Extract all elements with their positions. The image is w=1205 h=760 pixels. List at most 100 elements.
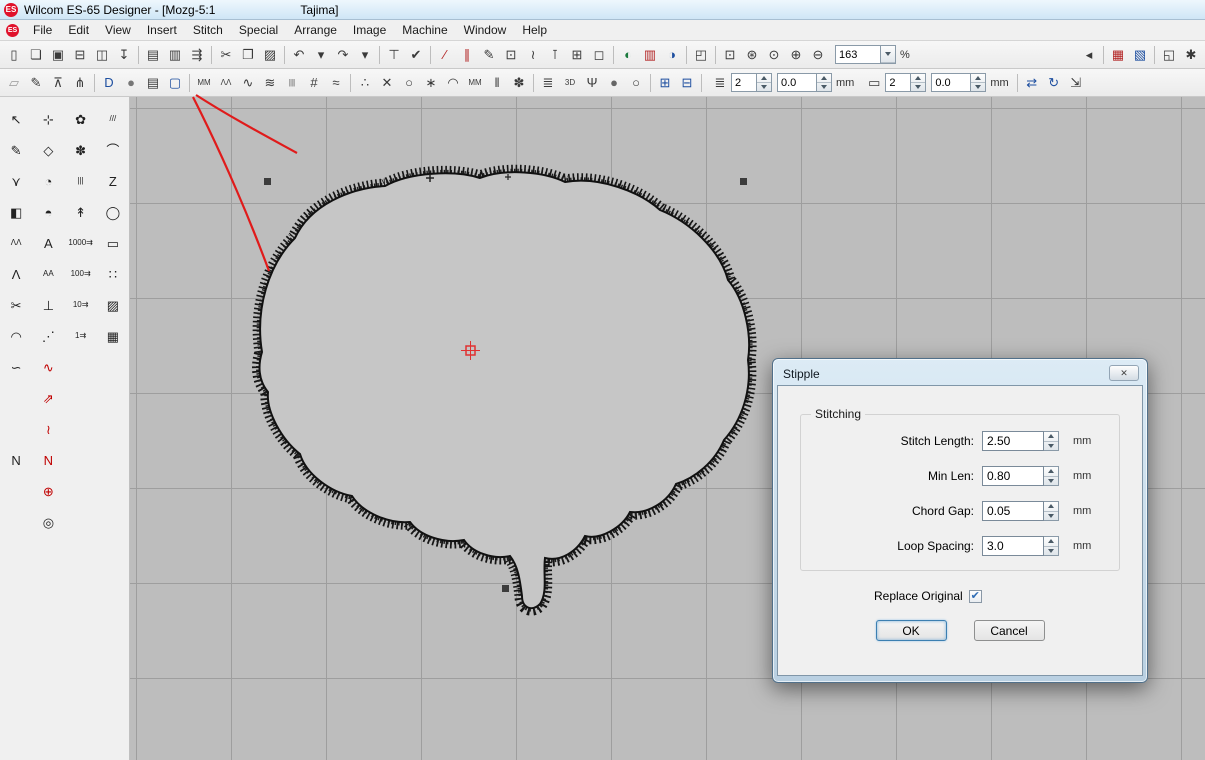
thread-colors-button[interactable]: ◑ bbox=[661, 44, 683, 66]
travel-tool-button[interactable]: ⊼ bbox=[47, 72, 69, 94]
menu-arrange[interactable]: Arrange bbox=[286, 21, 345, 39]
insert-symbol-tool[interactable]: ✿ bbox=[69, 107, 93, 131]
tsquare-toggle[interactable]: ⊤ bbox=[383, 44, 405, 66]
spacing-count-spinner[interactable] bbox=[757, 73, 772, 92]
zoom-factor-button[interactable]: ⊛ bbox=[741, 44, 763, 66]
stipple-backstitch-button[interactable]: ▢ bbox=[164, 72, 186, 94]
field-input[interactable] bbox=[982, 501, 1044, 521]
menu-view[interactable]: View bbox=[97, 21, 139, 39]
zoom-input[interactable] bbox=[835, 45, 881, 64]
menu-insert[interactable]: Insert bbox=[139, 21, 185, 39]
show-needle-points-toggle[interactable]: ⊺ bbox=[544, 44, 566, 66]
field-spinner[interactable] bbox=[1044, 536, 1059, 556]
stitch-edit-button[interactable]: ✎ bbox=[25, 72, 47, 94]
menu-edit[interactable]: Edit bbox=[60, 21, 97, 39]
show-points-toggle[interactable]: ⊡ bbox=[500, 44, 522, 66]
ok-button[interactable]: OK bbox=[876, 620, 947, 641]
travel-100-button[interactable]: 100⇉ bbox=[69, 262, 93, 286]
overview-docker-button[interactable]: ◱ bbox=[1158, 44, 1180, 66]
zoom-1to1-button[interactable]: ⊙ bbox=[763, 44, 785, 66]
backstitch-button[interactable]: D bbox=[98, 72, 120, 94]
insert-design-button[interactable]: ▤ bbox=[142, 44, 164, 66]
stitch-list-button[interactable]: ▧ bbox=[1129, 44, 1151, 66]
replace-original-checkbox[interactable]: ✔ bbox=[969, 590, 982, 603]
satin-stitch-button[interactable]: ΜΜ bbox=[193, 72, 215, 94]
auto-digitizer-tool[interactable]: ◔ bbox=[36, 169, 60, 193]
previous-view-button[interactable]: ◂ bbox=[1078, 44, 1100, 66]
selection-handle[interactable] bbox=[502, 585, 509, 592]
menu-machine[interactable]: Machine bbox=[394, 21, 455, 39]
overview-window-button[interactable]: ◰ bbox=[690, 44, 712, 66]
cut-button[interactable]: ✂ bbox=[215, 44, 237, 66]
reshape-tool[interactable]: ⊹ bbox=[36, 107, 60, 131]
ellipse-tool[interactable]: ◯ bbox=[101, 200, 125, 224]
stemstitch-button[interactable]: ● bbox=[120, 72, 142, 94]
show-machine-functions-toggle[interactable]: ∥ bbox=[456, 44, 478, 66]
red-circle-plus-tool[interactable]: ⊕ bbox=[36, 479, 60, 503]
team-names-tool[interactable]: AA bbox=[36, 262, 60, 286]
shadow-outline-button[interactable]: ○ bbox=[625, 72, 647, 94]
run-zigzag-tool[interactable]: ΛΛ bbox=[4, 231, 28, 255]
menu-file[interactable]: File bbox=[25, 21, 60, 39]
target-tool[interactable]: ◎ bbox=[36, 510, 60, 534]
undo-button[interactable]: ↶ bbox=[288, 44, 310, 66]
length-count-input[interactable] bbox=[885, 73, 911, 92]
block-digitize-tool[interactable]: ◧ bbox=[4, 200, 28, 224]
open-button[interactable]: ❏ bbox=[25, 44, 47, 66]
show-connectors-toggle[interactable]: ≀ bbox=[522, 44, 544, 66]
stem-stitch-tool[interactable]: ↟ bbox=[69, 200, 93, 224]
branching-button[interactable]: ⋔ bbox=[69, 72, 91, 94]
red-zigzag-tool[interactable]: ∿ bbox=[36, 355, 60, 379]
field-input[interactable] bbox=[982, 466, 1044, 486]
n-step-tool[interactable]: N bbox=[4, 448, 28, 472]
select-tool[interactable]: ↖ bbox=[4, 107, 28, 131]
fancy-fill-button[interactable]: ∴ bbox=[354, 72, 376, 94]
motif-stamp-tool[interactable]: ∷ bbox=[101, 262, 125, 286]
effect-3d-toggle[interactable]: 3D bbox=[559, 72, 581, 94]
field-spinner[interactable] bbox=[1044, 501, 1059, 521]
mirror-merge-tool[interactable]: Z bbox=[101, 169, 125, 193]
closest-join-toggle[interactable]: ▱ bbox=[3, 72, 25, 94]
scissors-tool[interactable]: ✂ bbox=[4, 293, 28, 317]
star-digitize-tool[interactable]: ◇ bbox=[36, 138, 60, 162]
e-stitch-button[interactable]: ΛΛ bbox=[215, 72, 237, 94]
s-curve-tool[interactable]: ∽ bbox=[4, 355, 28, 379]
undo-dropdown[interactable]: ▾ bbox=[310, 44, 332, 66]
motif-fill-button[interactable]: MM bbox=[464, 72, 486, 94]
contour-fill-button[interactable]: ○ bbox=[398, 72, 420, 94]
freehand-draw-tool[interactable]: ✎ bbox=[4, 138, 28, 162]
scale-button[interactable]: ⇲ bbox=[1065, 72, 1087, 94]
print-preview-button[interactable]: ◫ bbox=[91, 44, 113, 66]
field-input[interactable] bbox=[982, 431, 1044, 451]
run-stitch-button[interactable]: ∿ bbox=[237, 72, 259, 94]
field-spinner[interactable] bbox=[1044, 431, 1059, 451]
n-step-red-tool[interactable]: N bbox=[36, 448, 60, 472]
field-spinner[interactable] bbox=[1044, 466, 1059, 486]
save-button[interactable]: ▣ bbox=[47, 44, 69, 66]
color-bar-button[interactable]: ▦ bbox=[1107, 44, 1129, 66]
lattice-fill-button[interactable]: # bbox=[303, 72, 325, 94]
flower-tool[interactable]: ✽ bbox=[69, 138, 93, 162]
field-input[interactable] bbox=[982, 536, 1044, 556]
zoom-out-button[interactable]: ⊖ bbox=[807, 44, 829, 66]
grid-snap-toggle[interactable]: ⊞ bbox=[654, 72, 676, 94]
spacing-value-input[interactable] bbox=[777, 73, 817, 92]
menu-image[interactable]: Image bbox=[345, 21, 394, 39]
arc-tool[interactable]: ⌒ bbox=[101, 138, 125, 162]
menu-window[interactable]: Window bbox=[456, 21, 515, 39]
candlewick-fill-button[interactable]: ✽ bbox=[508, 72, 530, 94]
print-button[interactable]: ⊟ bbox=[69, 44, 91, 66]
tatami-fill-button[interactable]: ≋ bbox=[259, 72, 281, 94]
cross-stitch-button[interactable]: ✕ bbox=[376, 72, 398, 94]
grid-show-toggle[interactable]: ⊟ bbox=[676, 72, 698, 94]
dark-hatch-tool[interactable]: ▨ bbox=[101, 293, 125, 317]
cancel-button[interactable]: Cancel bbox=[974, 620, 1045, 641]
checker-fill-tool[interactable]: ▦ bbox=[101, 324, 125, 348]
spacing-value-spinner[interactable] bbox=[817, 73, 832, 92]
redo-dropdown[interactable]: ▾ bbox=[354, 44, 376, 66]
new-button[interactable]: ▯ bbox=[3, 44, 25, 66]
length-count-spinner[interactable] bbox=[911, 73, 926, 92]
shadow-solid-button[interactable]: ● bbox=[603, 72, 625, 94]
dialog-title-bar[interactable]: Stipple ✕ bbox=[777, 363, 1143, 385]
truview-toggle[interactable]: ◐ bbox=[617, 44, 639, 66]
